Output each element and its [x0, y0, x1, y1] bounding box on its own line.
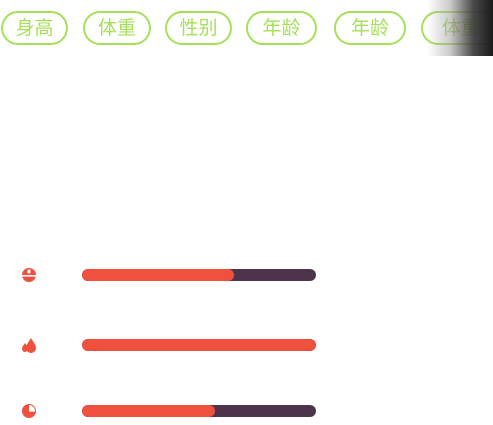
tag-age[interactable]: 年龄: [246, 11, 317, 45]
tag-strip: 身高 体重 性别 年龄 年龄 体重: [0, 0, 493, 60]
pie-icon: [19, 401, 39, 421]
progress-fill: [82, 269, 235, 281]
tag-age-2[interactable]: 年龄: [334, 11, 406, 45]
tag-weight[interactable]: 体重: [83, 11, 151, 45]
stat-row-2: [0, 333, 493, 357]
stat-row-3: [0, 399, 493, 423]
tag-gender[interactable]: 性别: [165, 11, 232, 45]
bowl-icon: [19, 265, 39, 285]
progress-fill: [82, 405, 216, 417]
progress-track: [82, 405, 316, 417]
progress-track: [82, 269, 316, 281]
progress-track: [82, 339, 316, 351]
flame-drops-icon: [19, 335, 39, 355]
scroll-fade-overlay: [427, 0, 493, 56]
stat-row-1: [0, 263, 493, 287]
tag-height[interactable]: 身高: [1, 11, 68, 45]
progress-fill: [82, 339, 316, 351]
